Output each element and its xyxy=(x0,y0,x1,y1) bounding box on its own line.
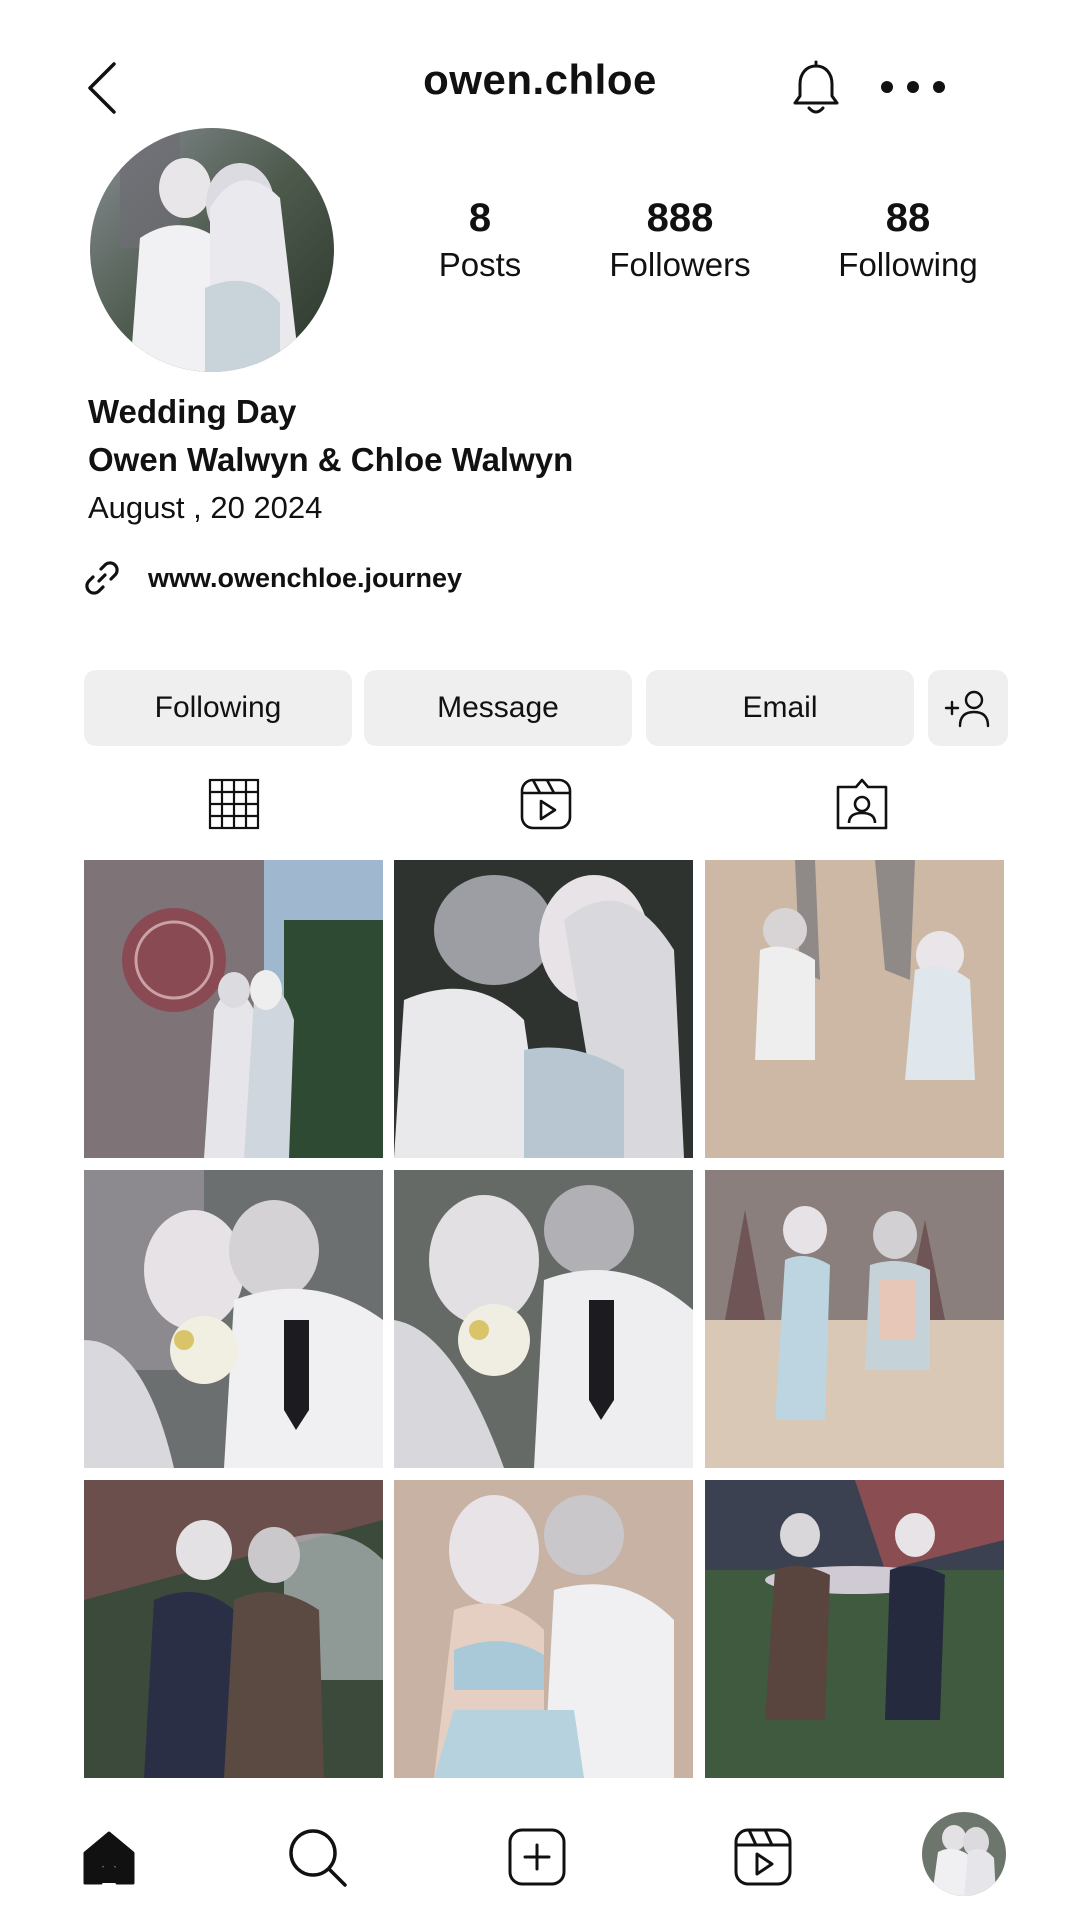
grid-icon xyxy=(208,778,260,830)
reels-icon xyxy=(520,778,572,830)
post-thumbnail[interactable] xyxy=(84,1170,383,1468)
add-user-button[interactable] xyxy=(928,670,1008,746)
nav-home[interactable] xyxy=(74,1822,144,1892)
post-thumbnail[interactable] xyxy=(394,1480,693,1778)
tab-reels[interactable] xyxy=(518,776,574,832)
nav-search[interactable] xyxy=(282,1822,352,1892)
walk-park-image xyxy=(705,1480,1004,1778)
nav-create[interactable] xyxy=(502,1822,572,1892)
bottom-navigation xyxy=(0,1790,1080,1920)
add-user-icon xyxy=(944,690,990,728)
following-button[interactable]: Following xyxy=(84,670,352,746)
tab-posts-grid[interactable] xyxy=(206,776,262,832)
post-thumbnail[interactable] xyxy=(394,860,693,1158)
following-stat[interactable]: 88 Following xyxy=(808,196,1008,290)
bio-names: Owen Walwyn & Chloe Walwyn xyxy=(88,441,574,478)
home-icon xyxy=(83,1831,135,1885)
post-thumbnail[interactable] xyxy=(705,1170,1004,1468)
couple-with-bouquet-2-image xyxy=(394,1170,693,1468)
profile-stats: 8 Posts 888 Followers 88 Following xyxy=(380,196,1000,306)
coat-portrait-bridge-image xyxy=(84,1480,383,1778)
link-icon xyxy=(85,561,119,595)
search-icon xyxy=(289,1829,347,1887)
notifications-button[interactable] xyxy=(790,60,842,116)
profile-avatar[interactable] xyxy=(90,128,334,372)
posts-label: Posts xyxy=(438,246,522,283)
profile-avatar-image xyxy=(922,1812,1006,1896)
profile-tabs xyxy=(0,776,1080,840)
wedding-kiss-cathedral-image xyxy=(84,860,383,1158)
profile-link[interactable]: www.owenchloe.journey xyxy=(84,556,462,600)
posts-count: 8 xyxy=(468,196,492,240)
bio-date: August , 20 2024 xyxy=(88,490,323,525)
tab-tagged[interactable] xyxy=(834,776,890,832)
post-thumbnail[interactable] xyxy=(705,1480,1004,1778)
message-button-label: Message xyxy=(437,691,559,724)
following-label: Following xyxy=(838,246,978,283)
tagged-icon xyxy=(836,778,888,830)
profile-bio: Wedding Day Owen Walwyn & Chloe Walwyn A… xyxy=(88,388,988,532)
couple-with-bouquet-image xyxy=(84,1170,383,1468)
bio-title: Wedding Day xyxy=(88,393,297,430)
posts-stat[interactable]: 8 Posts xyxy=(380,196,580,290)
couple-photo-image xyxy=(90,128,334,372)
post-thumbnail[interactable] xyxy=(705,860,1004,1158)
email-button[interactable]: Email xyxy=(646,670,914,746)
nav-profile-avatar[interactable] xyxy=(922,1812,1006,1896)
post-thumbnail[interactable] xyxy=(394,1170,693,1468)
followers-label: Followers xyxy=(609,246,751,283)
followers-count: 888 xyxy=(646,196,714,240)
hug-beach-image xyxy=(394,1480,693,1778)
followers-stat[interactable]: 888 Followers xyxy=(580,196,780,290)
email-button-label: Email xyxy=(742,691,818,724)
profile-link-text: www.owenchloe.journey xyxy=(148,562,463,593)
following-button-label: Following xyxy=(154,691,282,724)
bell-icon xyxy=(793,60,839,114)
reels-icon xyxy=(734,1828,792,1886)
post-thumbnail[interactable] xyxy=(84,1480,383,1778)
message-button[interactable]: Message xyxy=(364,670,632,746)
beach-dance-image xyxy=(705,1170,1004,1468)
beach-walk-holding-hands-image xyxy=(705,860,1004,1158)
nav-reels[interactable] xyxy=(728,1822,798,1892)
close-embrace-image xyxy=(394,860,693,1158)
create-icon xyxy=(508,1828,566,1886)
more-horizontal-icon xyxy=(881,81,945,93)
post-thumbnail[interactable] xyxy=(84,860,383,1158)
more-options-button[interactable] xyxy=(878,72,948,102)
following-count: 88 xyxy=(885,196,931,240)
